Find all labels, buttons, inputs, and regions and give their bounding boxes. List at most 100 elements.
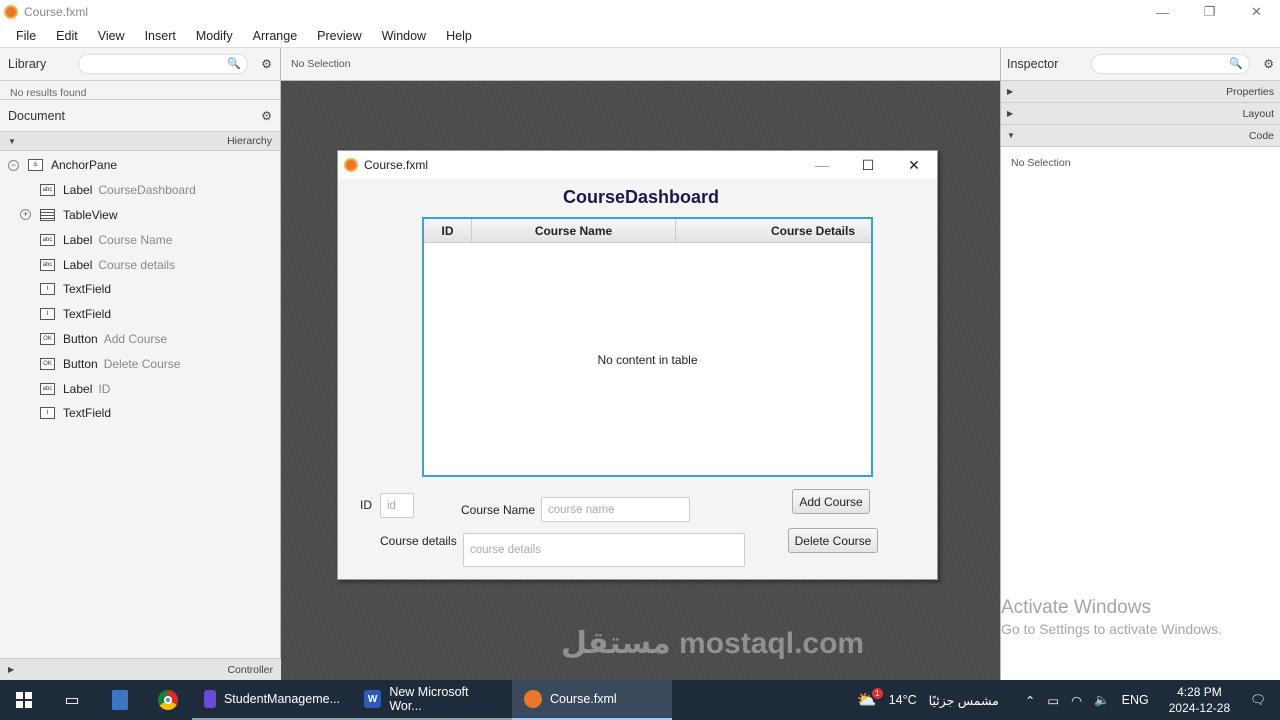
- table-empty-message: No content in table: [597, 353, 698, 367]
- tree-item-label[interactable]: abc Label CourseDashboard: [0, 178, 280, 203]
- weather-text[interactable]: مشمس جزئيًا: [929, 693, 999, 708]
- controller-label: Controller: [227, 663, 273, 676]
- hierarchy-section[interactable]: ▼ Hierarchy: [0, 131, 280, 151]
- menu-edit[interactable]: Edit: [46, 29, 88, 43]
- preview-maximize-icon[interactable]: ☐: [845, 151, 891, 179]
- chrome-icon[interactable]: [144, 680, 192, 720]
- tree-item-anchorpane[interactable]: − ⚓ AnchorPane: [0, 153, 280, 178]
- preview-titlebar: Course.fxml — ☐ ✕: [338, 151, 937, 179]
- tree-item-textfield[interactable]: I TextField: [0, 302, 280, 327]
- volume-icon[interactable]: 🔈: [1094, 693, 1110, 708]
- hierarchy-toggle-icon[interactable]: ▼: [8, 137, 16, 146]
- menu-arrange[interactable]: Arrange: [243, 29, 307, 43]
- label-abc-icon: abc: [40, 184, 55, 197]
- preview-minimize-icon[interactable]: —: [799, 151, 845, 179]
- tree-item-tableview[interactable]: + TableView: [0, 203, 280, 228]
- close-icon[interactable]: ✕: [1233, 0, 1280, 24]
- id-field[interactable]: id: [380, 493, 414, 518]
- add-course-button[interactable]: Add Course: [792, 489, 870, 514]
- taskbar-app-course-fxml[interactable]: Course.fxml: [512, 680, 672, 720]
- properties-section[interactable]: ▶ Properties: [1001, 81, 1280, 103]
- minimize-icon[interactable]: —: [1139, 0, 1186, 24]
- hierarchy-tree: − ⚓ AnchorPane abc Label CourseDashboard…: [0, 151, 280, 426]
- table-icon: [40, 208, 55, 221]
- preview-body: CourseDashboard ID Course Name Course De…: [338, 179, 937, 579]
- library-search-input[interactable]: 🔍: [78, 54, 248, 74]
- column-course-details[interactable]: Course Details: [676, 219, 871, 242]
- menu-preview[interactable]: Preview: [307, 29, 371, 43]
- menu-file[interactable]: File: [6, 29, 46, 43]
- column-id[interactable]: ID: [424, 219, 472, 242]
- menu-window[interactable]: Window: [372, 29, 436, 43]
- tree-item-textfield[interactable]: I TextField: [0, 401, 280, 426]
- document-header: Document ⚙: [0, 99, 280, 131]
- document-gear-icon[interactable]: ⚙: [248, 109, 272, 123]
- inspector-search-input[interactable]: 🔍: [1091, 54, 1250, 74]
- tree-item-button[interactable]: OK Button Delete Course: [0, 351, 280, 376]
- left-panel: Library 🔍 ⚙ No results found Document ⚙ …: [0, 48, 281, 680]
- clock[interactable]: 4:28 PM 2024-12-28: [1169, 684, 1230, 716]
- window-title: Course.fxml: [24, 5, 89, 19]
- inspector-header: Inspector 🔍 ⚙: [1001, 48, 1280, 81]
- expand-icon[interactable]: +: [20, 209, 31, 221]
- chevron-up-icon[interactable]: ⌃: [1025, 693, 1035, 708]
- table-header: ID Course Name Course Details: [424, 219, 871, 243]
- tree-item-label[interactable]: abc Label ID: [0, 376, 280, 401]
- code-section[interactable]: ▼ Code: [1001, 125, 1280, 147]
- hierarchy-label: Hierarchy: [227, 135, 272, 147]
- course-name-label: Course Name: [461, 503, 536, 517]
- course-details-field[interactable]: course details: [463, 533, 745, 567]
- controller-toggle-icon[interactable]: ▶: [8, 665, 14, 674]
- preview-close-icon[interactable]: ✕: [891, 151, 937, 179]
- library-header: Library 🔍 ⚙: [0, 48, 280, 81]
- menu-bar: File Edit View Insert Modify Arrange Pre…: [0, 24, 1280, 48]
- content-canvas[interactable]: No Selection Course.fxml — ☐ ✕ CourseDas…: [281, 48, 1000, 680]
- library-no-results: No results found: [10, 87, 87, 99]
- taskbar-app-word[interactable]: W New Microsoft Wor...: [352, 680, 512, 720]
- layout-section[interactable]: ▶ Layout: [1001, 103, 1280, 125]
- tree-item-button[interactable]: OK Button Add Course: [0, 327, 280, 352]
- windows-taskbar: ▭ StudentManageme... W New Microsoft Wor…: [0, 680, 1280, 720]
- windows-start-icon[interactable]: [0, 680, 48, 720]
- taskbar-app-studentmanagement[interactable]: StudentManageme...: [192, 680, 352, 720]
- notification-icon[interactable]: 🗨: [1250, 693, 1266, 708]
- menu-modify[interactable]: Modify: [186, 29, 243, 43]
- collapse-icon[interactable]: −: [8, 159, 19, 171]
- menu-insert[interactable]: Insert: [135, 29, 186, 43]
- weather-icon[interactable]: ⛅ 1: [857, 688, 883, 710]
- activate-windows-notice: Activate Windows Go to Settings to activ…: [1001, 597, 1222, 637]
- menu-help[interactable]: Help: [436, 29, 482, 43]
- app-titlebar: Course.fxml — ❐ ✕: [0, 0, 1280, 24]
- language-indicator[interactable]: ENG: [1122, 693, 1149, 707]
- inspector-gear-icon[interactable]: ⚙: [1250, 57, 1274, 71]
- controller-section[interactable]: ▶ Controller: [0, 658, 281, 680]
- course-table[interactable]: ID Course Name Course Details No content…: [422, 217, 873, 477]
- textfield-icon: I: [40, 283, 55, 296]
- search-icon: 🔍: [1229, 58, 1243, 70]
- expand-arrow-icon: ▶: [1007, 109, 1014, 118]
- id-label: ID: [360, 498, 372, 512]
- textfield-icon: I: [40, 407, 55, 420]
- delete-course-button[interactable]: Delete Course: [788, 528, 878, 553]
- course-name-field[interactable]: course name: [541, 497, 690, 522]
- menu-view[interactable]: View: [88, 29, 135, 43]
- inspector-label: Inspector: [1007, 57, 1059, 71]
- tree-item-label[interactable]: abc Label Course Name: [0, 227, 280, 252]
- document-label: Document: [8, 108, 65, 123]
- tree-item-label[interactable]: abc Label Course details: [0, 252, 280, 277]
- column-course-name[interactable]: Course Name: [472, 219, 676, 242]
- restore-icon[interactable]: ❐: [1186, 0, 1233, 24]
- battery-icon[interactable]: ▭: [1047, 693, 1059, 708]
- intellij-icon: [204, 690, 216, 708]
- tree-item-textfield[interactable]: I TextField: [0, 277, 280, 302]
- selection-bar: No Selection: [281, 48, 1000, 81]
- calculator-icon[interactable]: [96, 680, 144, 720]
- weather-temp[interactable]: 14°C: [889, 693, 917, 707]
- library-gear-icon[interactable]: ⚙: [248, 57, 272, 71]
- label-abc-icon: abc: [40, 382, 55, 395]
- scene-builder-icon: [524, 690, 542, 708]
- task-view-icon[interactable]: ▭: [48, 680, 96, 720]
- window-controls: — ❐ ✕: [1139, 0, 1280, 24]
- wifi-icon[interactable]: ◠: [1071, 693, 1082, 708]
- inspector-selection: No Selection: [1011, 157, 1071, 169]
